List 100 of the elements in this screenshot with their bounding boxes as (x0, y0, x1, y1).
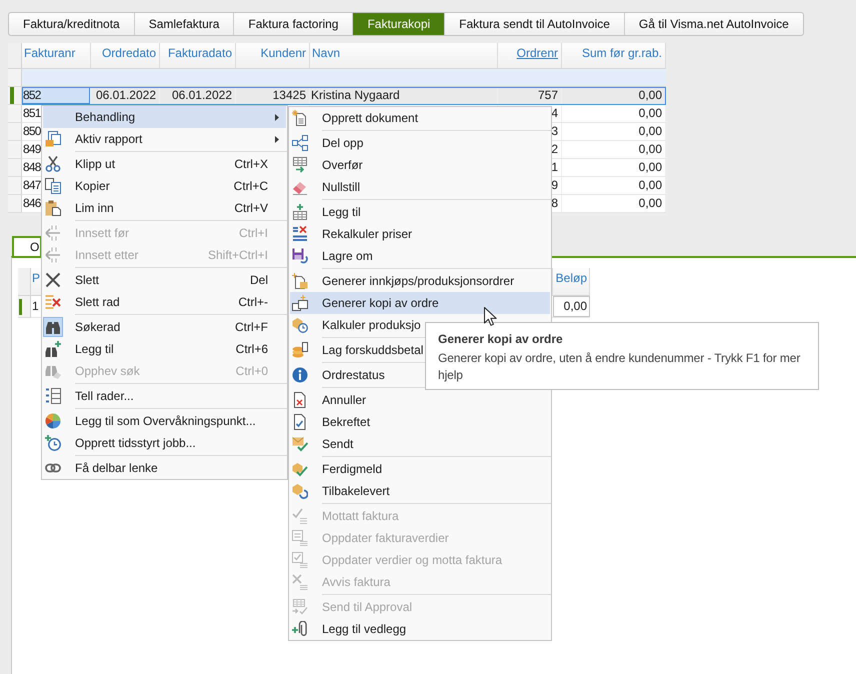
bars-cross-icon (292, 226, 308, 242)
document-check-lines-icon (292, 552, 308, 568)
row-header[interactable] (8, 87, 22, 105)
table-cell: 846 (23, 196, 41, 210)
menu-item[interactable]: Generer kopi av ordre (290, 292, 550, 314)
menu-item[interactable]: Legg til som Overvåkningspunkt... (43, 410, 286, 432)
table-row[interactable]: 852 06.01.2022 06.01.2022 13425 Kristina Nygaard 757 0,00 (22, 87, 666, 105)
grid-check-icon (292, 599, 308, 615)
menu-item[interactable]: Overfør (290, 154, 550, 176)
menu-item[interactable]: Kopier Ctrl+C (43, 175, 286, 197)
column-header[interactable]: P (32, 271, 40, 285)
row-marker-icon (10, 87, 14, 104)
table-cell: 847 (23, 178, 41, 192)
tab[interactable]: Faktura/kreditnota (9, 13, 134, 35)
box-check-icon (292, 461, 308, 477)
menu-item[interactable]: Legg til vedlegg (290, 618, 550, 640)
column-header[interactable]: Kundenr (236, 43, 310, 69)
column-header[interactable]: Ordrenr (498, 43, 562, 69)
table-cell: Kristina Nygaard (311, 88, 400, 102)
menu-item[interactable]: Opprett dokument (290, 107, 550, 129)
coins-icon (292, 342, 308, 358)
copy-window-icon (292, 295, 308, 311)
menu-item[interactable]: Bekreftet (290, 411, 550, 433)
menu-item[interactable]: Søkerad Ctrl+F (43, 316, 286, 338)
tab[interactable]: Faktura sendt til AutoInvoice (444, 13, 624, 35)
tab[interactable]: O (12, 236, 42, 256)
menu-item[interactable]: Ferdigmeld (290, 458, 550, 480)
menu-item[interactable]: Lim inn Ctrl+V (43, 197, 286, 219)
table-cell: 852 (23, 88, 41, 102)
document-lines-icon (292, 530, 308, 546)
keyboard-shortcut: Shift+Ctrl+I (208, 248, 268, 262)
tab[interactable]: Fakturakopi (352, 13, 444, 35)
table-cell: 849 (23, 142, 41, 156)
row-header[interactable] (18, 296, 31, 318)
menu-item[interactable]: Annuller (290, 389, 550, 411)
document-box-icon (292, 273, 308, 289)
table-cell: 757 (538, 88, 558, 102)
table-cell: 0,00 (638, 124, 662, 138)
box-clock-icon (292, 317, 308, 333)
menu-item[interactable]: Tell rader... (43, 385, 286, 407)
menu-item[interactable]: Del opp (290, 132, 550, 154)
table-cell: 0,00 (638, 160, 662, 174)
cross-lines-icon (292, 574, 308, 590)
menu-item[interactable]: Behandling (43, 106, 286, 128)
row-header (8, 69, 22, 87)
table-cell: 0,00 (638, 142, 662, 156)
table-cell: 850 (23, 124, 41, 138)
tab[interactable]: Samlefaktura (134, 13, 234, 35)
menu-item[interactable]: Slett Del (43, 269, 286, 291)
eraser-icon (292, 179, 308, 195)
menu-item[interactable]: Legg til (290, 201, 550, 223)
grid-corner (8, 43, 22, 69)
menu-item[interactable]: Generer innkjøps/produksjonsordrer (290, 270, 550, 292)
table-cell: 1 (551, 160, 558, 174)
keyboard-shortcut: Ctrl+F (235, 320, 268, 334)
column-header[interactable]: Ordredato (91, 43, 160, 69)
envelope-check-icon (292, 436, 308, 452)
keyboard-shortcut: Ctrl+- (238, 295, 268, 309)
tab[interactable]: Gå til Visma.net AutoInvoice (624, 13, 803, 35)
table-cell: 0,00 (638, 178, 662, 192)
column-header[interactable]: Fakturanr (22, 43, 91, 69)
table-cell: 0,00 (564, 299, 587, 313)
keyboard-shortcut: Ctrl+6 (236, 342, 268, 356)
grid-arrow-icon (292, 157, 308, 173)
menu-item[interactable]: Klipp ut Ctrl+X (43, 153, 286, 175)
keyboard-shortcut: Ctrl+V (234, 201, 268, 215)
menu-item[interactable]: Aktiv rapport (43, 128, 286, 150)
menu-item[interactable]: Tilbakelevert (290, 480, 550, 502)
menu-item[interactable]: Opprett tidsstyrt jobb... (43, 432, 286, 454)
menu-item[interactable]: Få delbar lenke (43, 457, 286, 479)
menu-item[interactable]: Rekalkuler priser (290, 223, 550, 245)
menu-item[interactable]: Legg til Ctrl+6 (43, 338, 286, 360)
new-document-icon (292, 110, 308, 126)
box-return-icon (292, 483, 308, 499)
document-cross-icon (292, 392, 308, 408)
table-cell: 851 (23, 106, 41, 120)
table-cell: 3 (551, 124, 558, 138)
keyboard-shortcut: Ctrl+0 (236, 364, 268, 378)
table-cell: 8 (551, 196, 558, 210)
column-header[interactable]: Fakturadato (160, 43, 236, 69)
menu-item[interactable]: Sendt (290, 433, 550, 455)
keyboard-shortcut: Ctrl+X (234, 157, 268, 171)
save-icon (292, 248, 308, 264)
table-cell: 4 (551, 106, 558, 120)
table-cell: 1 (32, 299, 39, 313)
column-header[interactable]: Sum før gr.rab. (562, 43, 666, 69)
column-header[interactable]: Navn (310, 43, 498, 69)
table-cell: 9 (551, 178, 558, 192)
split-icon (292, 135, 308, 151)
keyboard-shortcut: Ctrl+C (234, 179, 268, 193)
grid-plus-icon (292, 204, 308, 220)
info-icon (292, 367, 308, 383)
table-cell: 0,00 (638, 196, 662, 210)
menu-item[interactable]: Lagre om (290, 245, 550, 267)
table-cell: 0,00 (638, 88, 662, 102)
check-lines-icon (292, 508, 308, 524)
table-cell: 06.01.2022 (96, 88, 156, 102)
row-marker-icon (19, 298, 22, 314)
menu-item[interactable]: Nullstill (290, 176, 550, 198)
menu-item[interactable]: Slett rad Ctrl+- (43, 291, 286, 313)
